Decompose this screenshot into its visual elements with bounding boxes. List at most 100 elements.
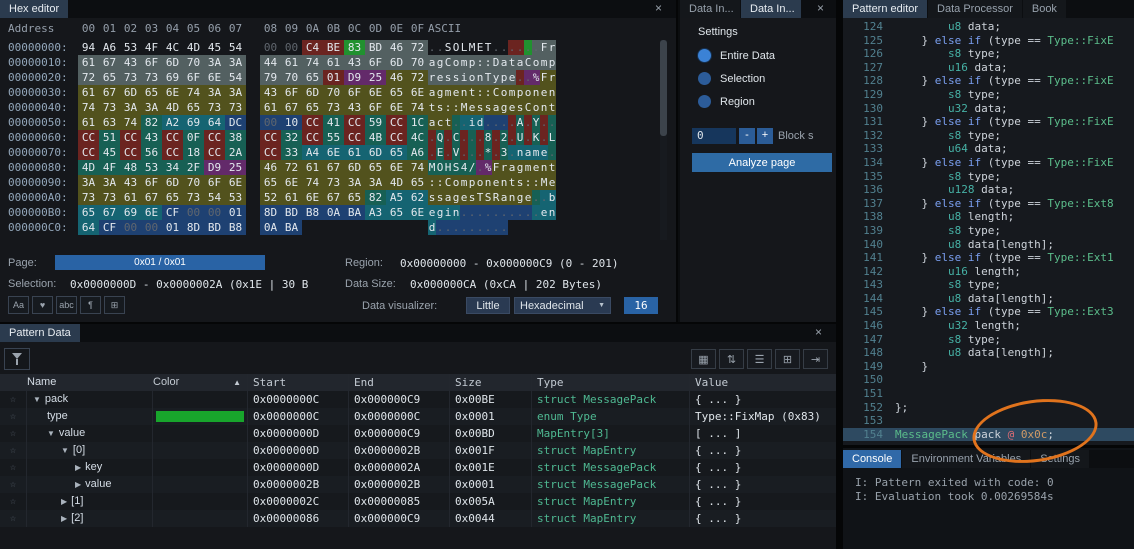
ascii-char[interactable]: t — [428, 100, 436, 115]
ascii-char[interactable]: g — [436, 55, 444, 70]
minimap-toggle-button[interactable]: ⊞ — [104, 296, 125, 314]
ascii-char[interactable]: . — [540, 190, 548, 205]
ascii-char[interactable]: n — [540, 160, 548, 175]
hex-byte[interactable]: 67 — [281, 100, 302, 115]
hex-byte[interactable]: 61 — [281, 190, 302, 205]
hex-byte[interactable]: 61 — [78, 55, 99, 70]
pattern-row[interactable]: ☆▶value0x0000002B0x0000002B0x0001struct … — [0, 476, 836, 493]
hex-byte[interactable]: 43 — [120, 175, 141, 190]
hex-byte[interactable]: 6E — [162, 85, 183, 100]
flatten-view-icon[interactable]: ⊞ — [775, 349, 800, 369]
code-line[interactable]: 146 u32 length; — [843, 319, 1134, 333]
ascii-char[interactable]: p — [468, 55, 476, 70]
ascii-char[interactable]: : — [476, 55, 484, 70]
hex-byte[interactable]: 65 — [344, 190, 365, 205]
hex-byte[interactable]: 83 — [344, 40, 365, 55]
hex-byte[interactable]: 01 — [323, 70, 344, 85]
favorite-star-icon[interactable]: ☆ — [0, 476, 26, 493]
close-icon[interactable]: × — [813, 1, 828, 15]
block-size-plus-button[interactable]: + — [757, 128, 773, 144]
ascii-char[interactable]: m — [460, 175, 468, 190]
hex-byte[interactable]: 00 — [141, 220, 162, 235]
ascii-char[interactable]: e — [540, 85, 548, 100]
pattern-row[interactable]: ☆▶[2]0x000000860x000000C90x0044struct Ma… — [0, 510, 836, 527]
ascii-char[interactable]: M — [540, 175, 548, 190]
hex-byte[interactable]: 74 — [302, 55, 323, 70]
pattern-row[interactable]: ☆type0x0000000C0x0000000C0x0001enum Type… — [0, 408, 836, 425]
hex-byte[interactable]: BE — [323, 40, 344, 55]
ascii-char[interactable]: a — [500, 190, 508, 205]
ascii-char[interactable]: C — [452, 130, 460, 145]
ascii-char[interactable]: S — [444, 40, 452, 55]
favorite-star-icon[interactable]: ☆ — [0, 459, 26, 476]
hex-byte[interactable]: 65 — [78, 205, 99, 220]
ascii-char[interactable]: U — [516, 130, 524, 145]
hex-byte[interactable]: 70 — [183, 55, 204, 70]
scrollbar-thumb[interactable] — [660, 40, 667, 136]
ascii-char[interactable]: n — [548, 205, 556, 220]
hex-byte[interactable]: 61 — [120, 190, 141, 205]
ascii-char[interactable]: a — [524, 145, 532, 160]
hex-byte[interactable]: 67 — [99, 85, 120, 100]
hex-byte[interactable]: 18 — [183, 145, 204, 160]
ascii-char[interactable]: n — [532, 85, 540, 100]
hex-byte[interactable]: 3A — [99, 175, 120, 190]
hex-byte[interactable]: CC — [162, 145, 183, 160]
hex-byte[interactable]: 65 — [386, 145, 407, 160]
ascii-char[interactable]: . — [508, 40, 516, 55]
hex-byte[interactable]: 72 — [407, 70, 428, 85]
ascii-char[interactable]: e — [460, 190, 468, 205]
ascii-char[interactable]: K — [532, 130, 540, 145]
code-line[interactable]: 134 } else if (type == Type::FixE — [843, 156, 1134, 170]
ascii-char[interactable]: E — [476, 40, 484, 55]
ascii-char[interactable]: a — [508, 160, 516, 175]
panel-splitter[interactable] — [836, 0, 843, 549]
code-line[interactable]: 143 s8 type; — [843, 278, 1134, 292]
hex-byte[interactable]: 61 — [344, 145, 365, 160]
hex-byte[interactable]: 67 — [99, 55, 120, 70]
hex-byte[interactable]: 01 — [225, 205, 246, 220]
ascii-char[interactable]: . — [444, 130, 452, 145]
ascii-char[interactable]: . — [460, 205, 468, 220]
close-icon[interactable]: × — [651, 1, 666, 15]
hex-byte[interactable]: 65 — [141, 85, 162, 100]
ascii-char[interactable]: . — [508, 205, 516, 220]
ascii-char[interactable]: % — [532, 70, 540, 85]
pattern-row[interactable]: ☆▼[0]0x0000000D0x0000002B0x001Fstruct Ma… — [0, 442, 836, 459]
hex-byte[interactable]: 54 — [204, 190, 225, 205]
ascii-char[interactable]: : — [532, 175, 540, 190]
ascii-char[interactable]: e — [428, 205, 436, 220]
hex-byte[interactable]: 65 — [386, 205, 407, 220]
ascii-char[interactable]: : — [484, 55, 492, 70]
hex-byte[interactable]: 00 — [260, 115, 281, 130]
code-line[interactable]: 148 u8 data[length]; — [843, 346, 1134, 360]
ascii-char[interactable]: S — [484, 190, 492, 205]
ascii-char[interactable]: t — [468, 85, 476, 100]
ascii-char[interactable]: m — [444, 85, 452, 100]
ascii-char[interactable]: s — [476, 100, 484, 115]
hex-byte[interactable]: 74 — [120, 115, 141, 130]
hex-byte[interactable]: CC — [302, 130, 323, 145]
ascii-char[interactable]: : — [444, 100, 452, 115]
hex-byte[interactable]: 65 — [302, 70, 323, 85]
hex-byte[interactable]: 43 — [260, 85, 281, 100]
chevron-down-icon[interactable]: ▼ — [61, 446, 69, 455]
code-line[interactable]: 142 u16 length; — [843, 265, 1134, 279]
hex-byte[interactable]: 45 — [204, 40, 225, 55]
ascii-char[interactable]: . — [516, 40, 524, 55]
code-line[interactable]: 139 s8 type; — [843, 224, 1134, 238]
ascii-char[interactable]: . — [468, 130, 476, 145]
ascii-char[interactable]: . — [524, 205, 532, 220]
hex-byte[interactable]: 82 — [141, 115, 162, 130]
ascii-char[interactable]: e — [508, 70, 516, 85]
ascii-char[interactable]: o — [452, 55, 460, 70]
code-line[interactable]: 145 } else if (type == Type::Ext3 — [843, 305, 1134, 319]
ascii-char[interactable]: . — [476, 220, 484, 235]
hex-byte[interactable]: A3 — [365, 205, 386, 220]
ascii-char[interactable]: . — [484, 115, 492, 130]
tab-pattern-data[interactable]: Pattern Data — [0, 324, 80, 342]
code-editor[interactable]: 124 u8 data;125 } else if (type == Type:… — [843, 20, 1134, 445]
hex-byte[interactable]: CC — [260, 130, 281, 145]
ascii-char[interactable]: r — [428, 70, 436, 85]
hex-byte[interactable]: 45 — [99, 145, 120, 160]
